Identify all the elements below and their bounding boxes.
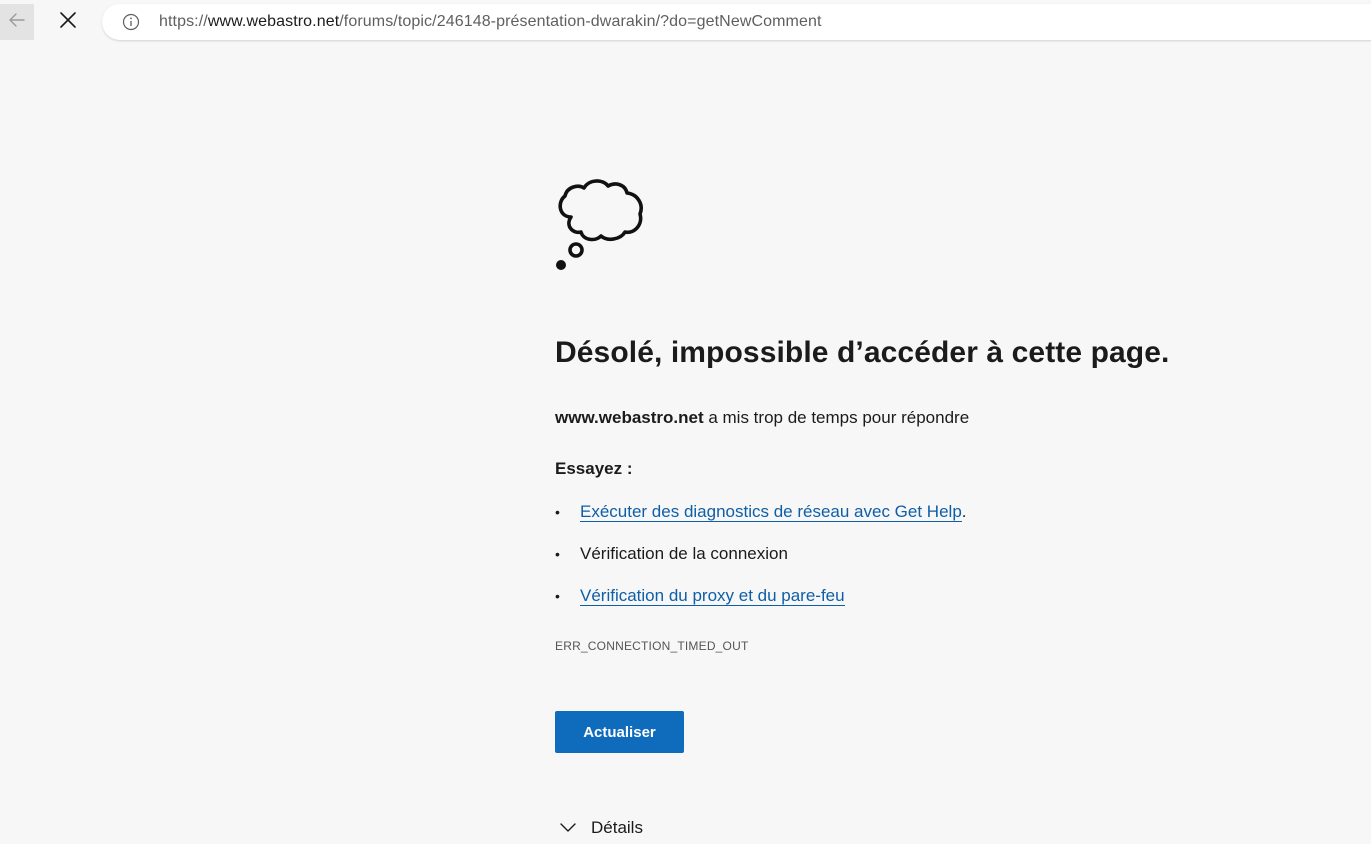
page-title: Désolé, impossible d’accéder à cette pag… — [555, 336, 1170, 369]
address-bar[interactable]: https://www.webastro.net/forums/topic/24… — [102, 4, 1371, 40]
suggestion-run-diagnostics: • Exécuter des diagnostics de réseau ave… — [555, 500, 967, 542]
suggestion-suffix: . — [961, 502, 967, 521]
error-host: www.webastro.net — [555, 408, 704, 427]
details-label: Détails — [591, 818, 643, 837]
error-code: ERR_CONNECTION_TIMED_OUT — [555, 639, 749, 653]
error-subtitle: www.webastro.net a mis trop de temps pou… — [555, 408, 969, 428]
url-host: www.webastro.net — [207, 13, 340, 30]
browser-toolbar: https://www.webastro.net/forums/topic/24… — [0, 0, 1371, 44]
check-connection-text: Vérification de la connexion — [580, 544, 788, 563]
suggestion-check-connection: • Vérification de la connexion — [555, 542, 967, 584]
stop-loading-button[interactable] — [50, 4, 86, 40]
details-toggle[interactable]: Détails — [559, 818, 643, 838]
check-proxy-link[interactable]: Vérification du proxy et du pare-feu — [580, 586, 845, 606]
error-message: a mis trop de temps pour répondre — [703, 408, 970, 427]
suggestion-check-proxy: • Vérification du proxy et du pare-feu — [555, 584, 967, 626]
thought-cloud-icon — [555, 176, 651, 272]
bullet: • — [555, 588, 560, 604]
url-prefix: https:// — [159, 13, 208, 30]
back-button[interactable] — [0, 4, 34, 40]
chevron-down-icon — [559, 819, 577, 837]
close-icon — [59, 11, 77, 34]
url-path: /forums/topic/246148-présentation-dwarak… — [339, 13, 822, 30]
info-icon[interactable] — [122, 13, 140, 31]
refresh-button[interactable]: Actualiser — [555, 711, 684, 753]
bullet: • — [555, 504, 560, 520]
run-diagnostics-link[interactable]: Exécuter des diagnostics de réseau avec … — [580, 502, 962, 522]
arrow-left-icon — [7, 10, 27, 35]
url-text[interactable]: https://www.webastro.net/forums/topic/24… — [159, 13, 822, 31]
try-label: Essayez : — [555, 459, 633, 478]
bullet: • — [555, 546, 560, 562]
suggestions-list: • Exécuter des diagnostics de réseau ave… — [555, 500, 967, 626]
